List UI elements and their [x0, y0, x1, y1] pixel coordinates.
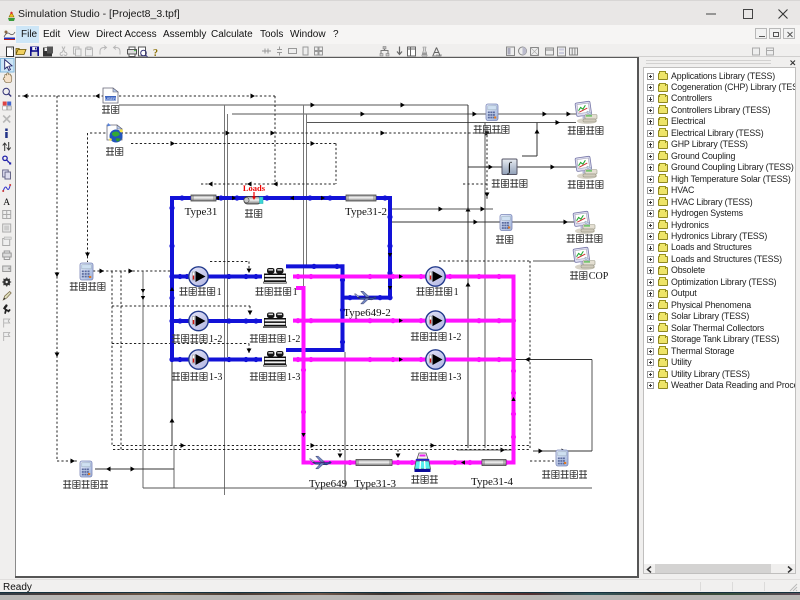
svg-text:COP: COP — [589, 271, 609, 282]
svg-text:1: 1 — [293, 287, 298, 298]
svg-text:Type649-2: Type649-2 — [343, 307, 391, 319]
svg-text:Type31: Type31 — [185, 206, 218, 218]
svg-text:Type649: Type649 — [309, 478, 348, 490]
svg-text:Loads: Loads — [243, 183, 266, 193]
svg-text:1-3: 1-3 — [287, 372, 300, 383]
svg-text:?: ? — [153, 48, 158, 58]
svg-text:1-3: 1-3 — [209, 372, 222, 383]
svg-text:Type31-2: Type31-2 — [345, 206, 387, 218]
svg-text:USER: USER — [105, 96, 116, 101]
svg-text:Type31-3: Type31-3 — [354, 478, 396, 490]
svg-text:A: A — [3, 198, 10, 208]
svg-text:1-2: 1-2 — [287, 334, 300, 345]
svg-text:1: 1 — [217, 287, 222, 298]
svg-text:1-2: 1-2 — [448, 332, 461, 343]
svg-text:1-2: 1-2 — [209, 334, 222, 345]
svg-text:1-3: 1-3 — [448, 372, 461, 383]
svg-text:Type31-4: Type31-4 — [471, 476, 513, 488]
svg-text:1: 1 — [454, 287, 459, 298]
